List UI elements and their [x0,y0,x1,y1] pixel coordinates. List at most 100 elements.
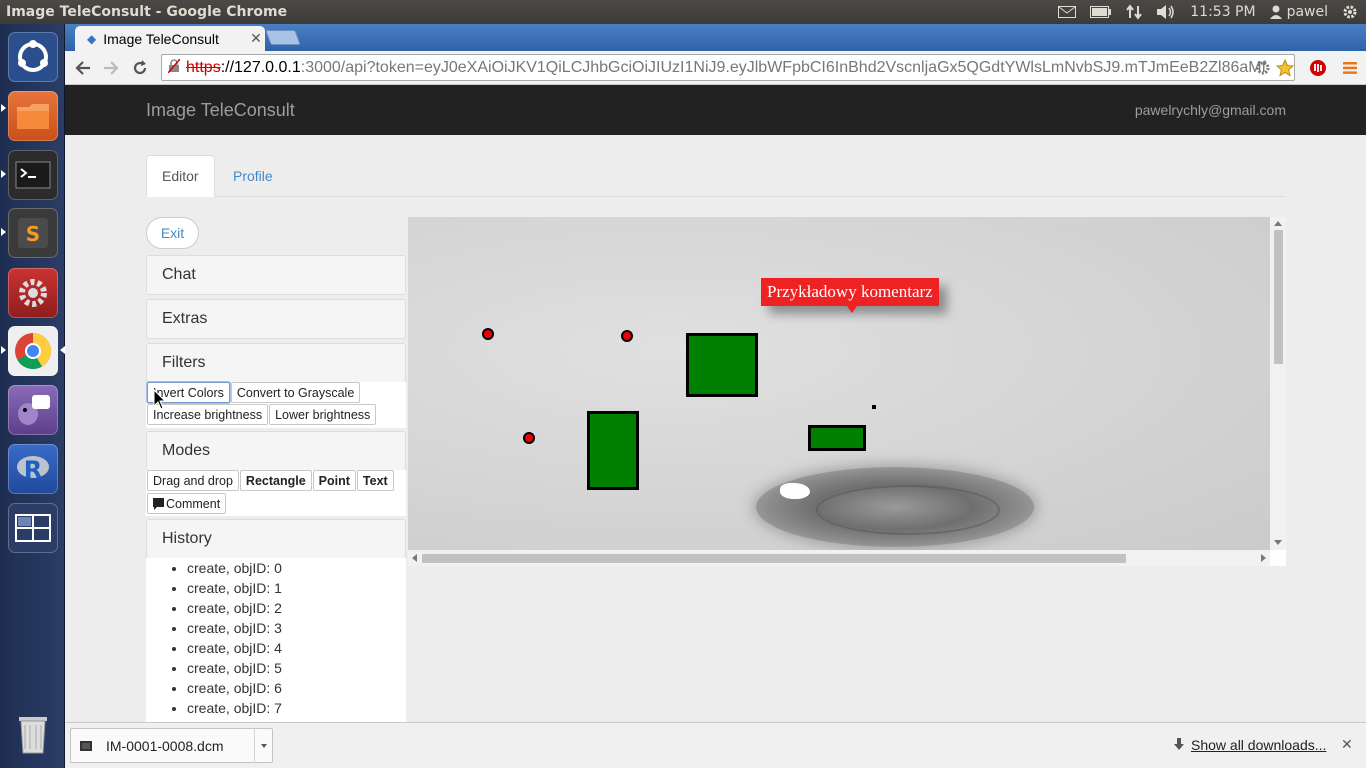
lower-brightness-button[interactable]: Lower brightness [269,404,377,425]
downloads-bar: IM-0001-0008.dcm Show all downloads... ✕ [65,722,1366,768]
download-file-name: IM-0001-0008.dcm [106,737,224,754]
unity-launcher: S R [0,24,65,768]
chrome-icon[interactable] [8,326,58,376]
download-item[interactable]: IM-0001-0008.dcm [70,728,273,763]
show-all-downloads-label: Show all downloads... [1191,737,1327,753]
annotation-point[interactable] [482,328,494,340]
system-settings-icon[interactable] [8,268,58,318]
favicon-icon: ◆ [87,31,97,46]
history-item: create, objID: 0 [187,558,406,578]
horizontal-scrollbar[interactable] [408,550,1270,566]
page-tabs: Editor Profile [146,155,1285,197]
comment-mode-button[interactable]: Comment [147,493,227,514]
volume-icon[interactable] [1156,4,1176,20]
network-icon[interactable] [1126,4,1143,20]
reload-icon[interactable] [127,56,153,80]
scroll-left-arrow-icon[interactable] [412,554,417,562]
annotation-tiny-mark[interactable] [872,405,876,409]
scroll-right-arrow-icon[interactable] [1261,554,1266,562]
scroll-up-arrow-icon[interactable] [1274,221,1282,226]
history-item: create, objID: 2 [187,598,406,618]
medical-image-cell [756,467,1034,547]
sublime-text-icon[interactable]: S [8,208,58,258]
vertical-scrollbar[interactable] [1270,217,1286,550]
history-item: create, objID: 5 [187,658,406,678]
history-list: create, objID: 0 create, objID: 1 create… [146,558,406,718]
extras-panel-header[interactable]: Extras [146,299,406,339]
text-mode-button[interactable]: Text [356,470,394,491]
browser-tab-title: Image TeleConsult [103,30,219,47]
url-host: ://127.0.0.1 [220,58,301,76]
history-item: create, objID: 6 [187,678,406,698]
mail-icon[interactable] [1058,6,1077,18]
horizontal-scroll-thumb[interactable] [422,554,1126,563]
download-options-chevron-down-icon[interactable] [254,728,272,763]
app-navbar: Image TeleConsult pawelrychly@gmail.com [65,85,1366,135]
browser-tab[interactable]: ◆ Image TeleConsult ✕ [75,26,265,51]
terminal-icon[interactable] [8,150,58,200]
convert-grayscale-button[interactable]: Convert to Grayscale [230,382,361,403]
tab-close-icon[interactable]: ✕ [247,30,265,47]
file-icon [80,740,92,751]
annotation-point[interactable] [621,330,633,342]
user-email-link[interactable]: pawelrychly@gmail.com [1135,102,1286,118]
rectangle-mode-button[interactable]: Rectangle [239,470,312,491]
vertical-scroll-thumb[interactable] [1274,230,1283,364]
clock-label[interactable]: 11:53 PM [1190,4,1255,20]
running-indicator [1,346,6,354]
files-folder-icon[interactable] [8,91,58,141]
svg-text:S: S [26,222,40,246]
tab-profile[interactable]: Profile [218,155,288,197]
chrome-menu-icon[interactable] [1339,58,1361,78]
annotation-point[interactable] [523,432,535,444]
adblock-extension-icon[interactable] [1307,58,1329,78]
annotation-rectangle[interactable] [587,411,639,490]
pidgin-chat-icon[interactable] [8,385,58,435]
filters-panel-header[interactable]: Filters [146,343,406,383]
image-canvas-viewport: Przykładowy komentarz [408,217,1286,566]
comment-mode-label: Comment [166,496,221,511]
settings-gear-icon[interactable] [1342,4,1358,20]
svg-text:R: R [24,456,42,484]
exit-button[interactable]: Exit [146,217,199,249]
history-panel-body: create, objID: 0 create, objID: 1 create… [146,558,406,722]
annotation-rectangle[interactable] [808,425,866,451]
forward-arrow-icon[interactable] [98,56,124,80]
browser-tab-strip: ◆ Image TeleConsult ✕ [65,24,1366,51]
annotation-rectangle[interactable] [686,333,758,397]
bookmark-star-icon[interactable] [1274,58,1296,78]
battery-icon[interactable] [1090,6,1112,18]
workspace-switcher-icon[interactable] [8,503,58,553]
new-tab-button[interactable] [265,30,301,45]
system-top-panel: Image TeleConsult - Google Chrome 11:53 … [0,0,1366,24]
drag-and-drop-mode-button[interactable]: Drag and drop [147,470,239,491]
web-page: Image TeleConsult pawelrychly@gmail.com … [65,85,1366,722]
tab-editor[interactable]: Editor [146,155,215,197]
user-menu[interactable]: pawel [1269,4,1328,20]
broken-lock-icon[interactable] [162,58,186,76]
r-language-icon[interactable]: R [8,444,58,494]
address-bar[interactable]: https://127.0.0.1:3000/api?token=eyJ0eXA… [161,54,1295,81]
user-name: pawel [1286,4,1328,20]
scroll-down-arrow-icon[interactable] [1274,540,1282,545]
user-icon [1269,5,1282,19]
history-item: create, objID: 1 [187,578,406,598]
download-arrow-icon [1174,738,1184,750]
filters-panel-body: Invert Colors Convert to Grayscale Incre… [146,382,406,428]
image-canvas[interactable]: Przykładowy komentarz [408,217,1270,550]
modes-panel-header[interactable]: Modes [146,431,406,471]
trash-icon[interactable] [8,708,58,758]
history-item: create, objID: 4 [187,638,406,658]
back-arrow-icon[interactable] [70,56,96,80]
history-panel-header[interactable]: History [146,519,406,559]
annotation-comment[interactable]: Przykładowy komentarz [761,278,939,313]
comment-icon [153,498,164,510]
url-scheme: https [186,58,221,76]
extension-gear-icon[interactable] [1252,58,1274,78]
app-brand[interactable]: Image TeleConsult [146,100,295,121]
chat-panel-header[interactable]: Chat [146,255,406,295]
close-downloads-bar-icon[interactable]: ✕ [1341,736,1353,753]
ubuntu-dash-icon[interactable] [8,32,58,82]
point-mode-button[interactable]: Point [312,470,356,491]
show-all-downloads-link[interactable]: Show all downloads... [1173,737,1326,753]
